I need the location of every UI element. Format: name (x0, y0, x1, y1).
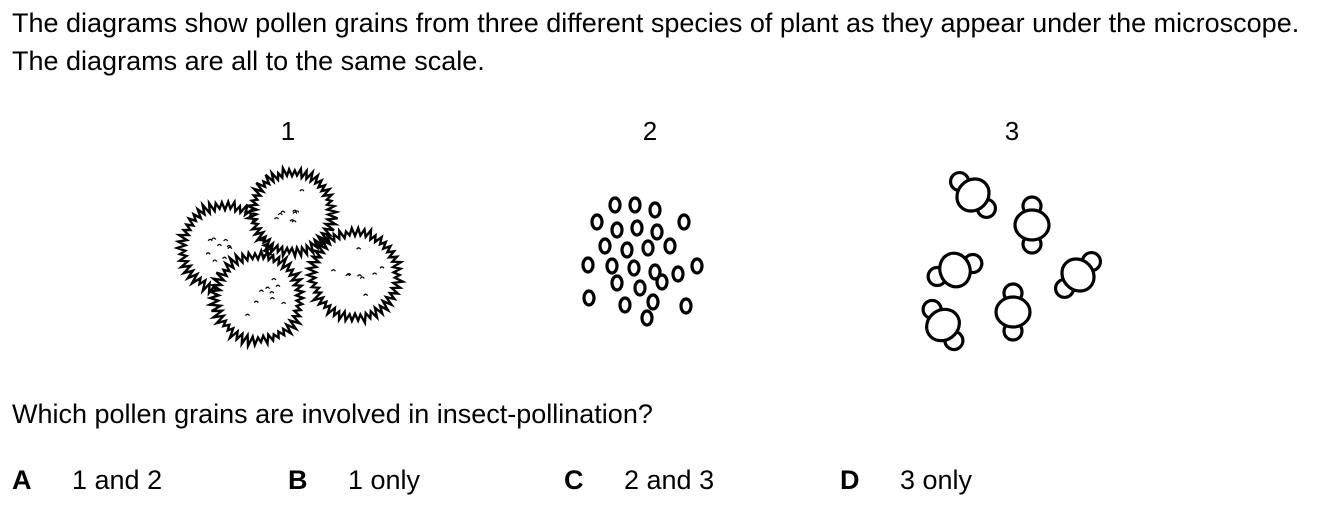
option-c-text: 2 and 3 (624, 465, 715, 495)
option-a-text: 1 and 2 (72, 465, 163, 495)
small-pollen-grain (610, 274, 624, 292)
small-pollen-grain (671, 265, 685, 283)
option-c-letter: C (564, 465, 584, 495)
small-smooth-pollen-grains-icon (581, 196, 704, 327)
small-pollen-grain (648, 201, 662, 219)
winged-pollen-grain (1013, 195, 1051, 255)
small-pollen-grain (590, 213, 604, 231)
option-d-text: 3 only (900, 465, 973, 495)
small-pollen-grain (641, 239, 655, 257)
option-a-letter: A (12, 465, 32, 495)
question-text: Which pollen grains are involved in inse… (12, 399, 653, 429)
small-pollen-grain (627, 259, 641, 277)
option-d[interactable]: D 3 only (840, 462, 972, 498)
option-b-text: 1 only (348, 465, 421, 495)
winged-pollen-grain (948, 170, 998, 220)
small-pollen-grain (646, 293, 660, 311)
small-pollen-grain (618, 296, 632, 314)
small-pollen-grain (628, 196, 642, 214)
option-b[interactable]: B 1 only (288, 462, 420, 498)
winged-pollen-grain (926, 251, 984, 289)
small-pollen-grain (655, 273, 669, 291)
small-pollen-grain (608, 196, 622, 214)
winged-pollen-grains-icon (921, 170, 1103, 352)
small-pollen-grain (677, 213, 691, 231)
winged-pollen-grain (1053, 250, 1103, 300)
option-a[interactable]: A 1 and 2 (12, 462, 162, 498)
pollen-diagrams (173, 163, 1103, 352)
small-pollen-grain (605, 257, 619, 275)
spiky-pollen-grains-icon (173, 163, 407, 351)
small-pollen-grain (630, 219, 644, 237)
option-c[interactable]: C 2 and 3 (564, 462, 714, 498)
option-d-letter: D (840, 465, 860, 495)
option-b-letter: B (288, 465, 308, 495)
small-pollen-grain (598, 237, 612, 255)
small-pollen-grain (582, 289, 596, 307)
small-pollen-grain (650, 223, 664, 241)
small-pollen-grain (663, 237, 677, 255)
winged-pollen-grain (994, 282, 1032, 342)
small-pollen-grain (679, 297, 693, 315)
small-pollen-grain (620, 241, 634, 259)
small-pollen-grain (581, 256, 595, 274)
winged-pollen-grain (921, 298, 965, 352)
small-pollen-grain (640, 309, 654, 327)
small-pollen-grain (690, 257, 704, 275)
small-pollen-grain (633, 279, 647, 297)
small-pollen-grain (610, 221, 624, 239)
